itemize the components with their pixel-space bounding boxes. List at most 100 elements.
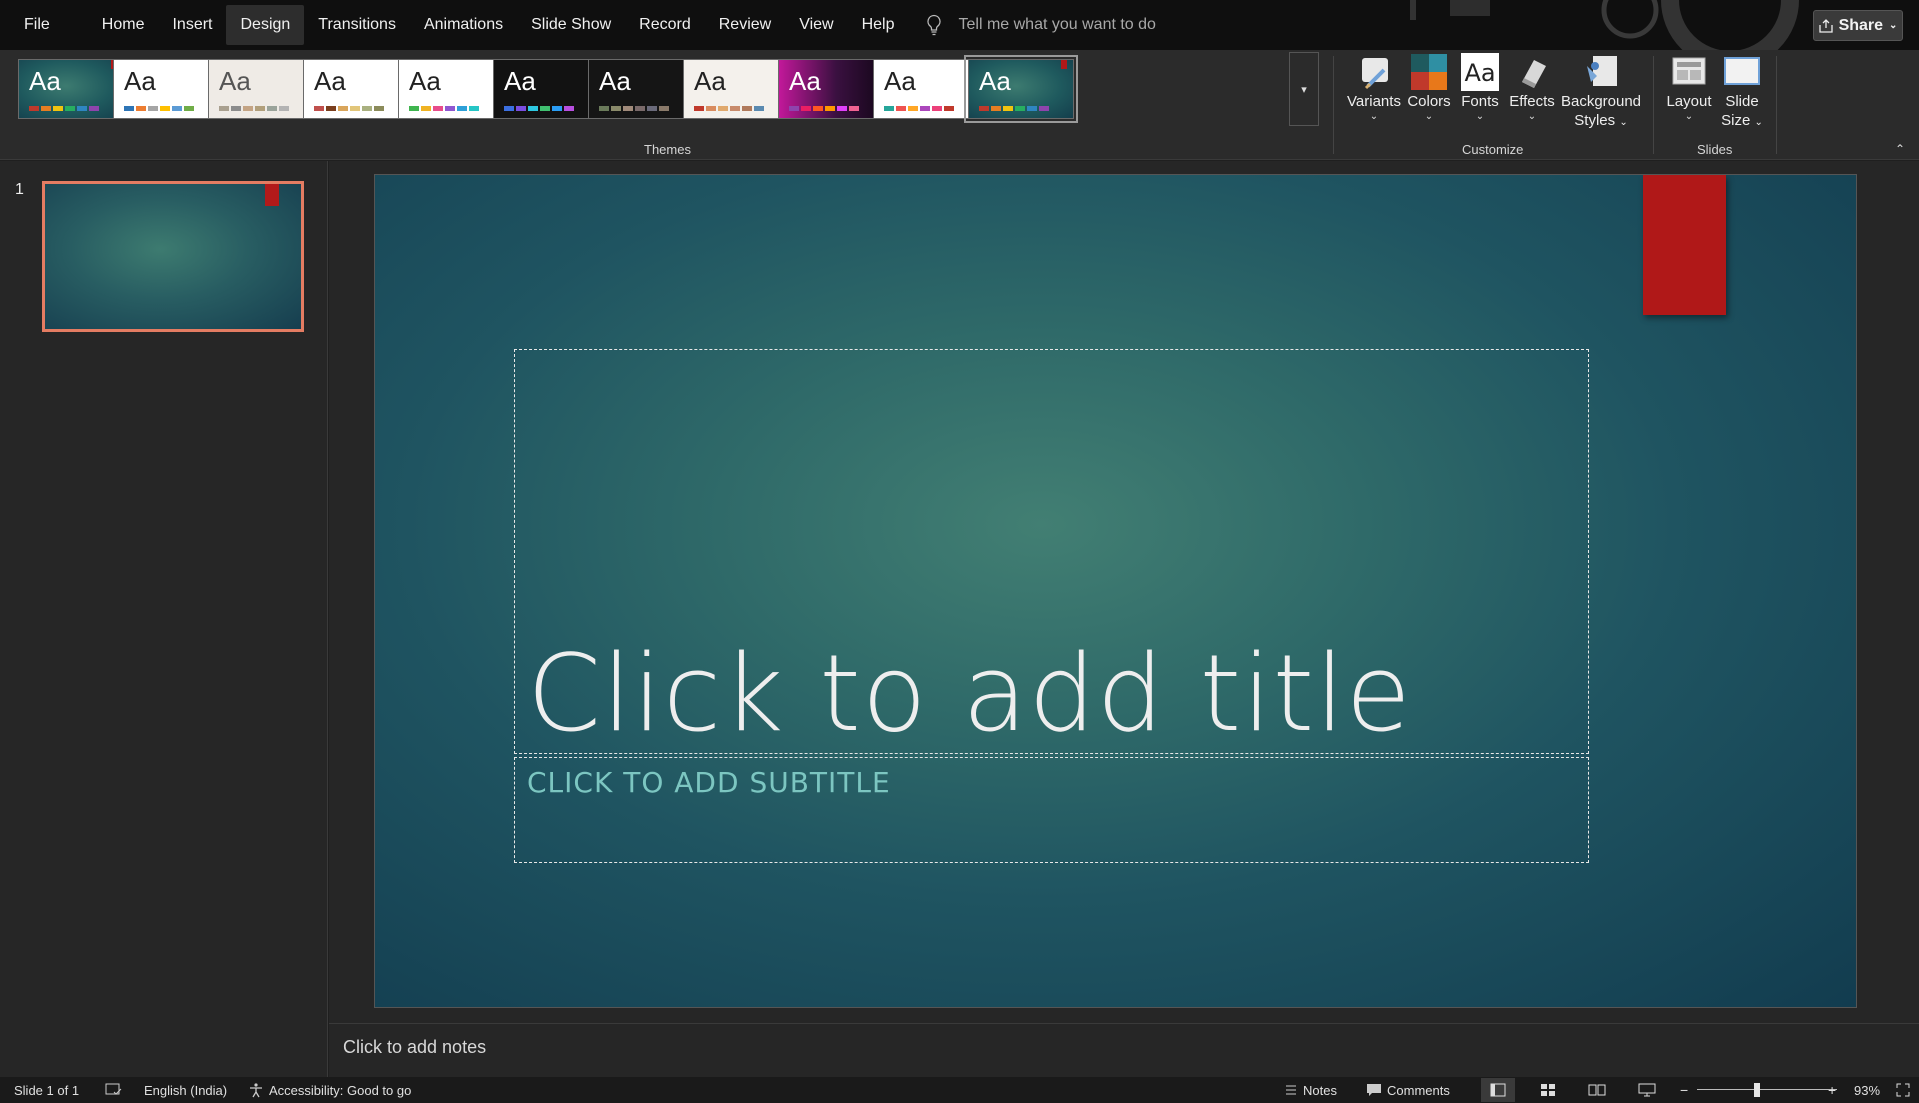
spell-check-icon[interactable] <box>105 1077 128 1103</box>
colors-icon <box>1411 54 1447 90</box>
zoom-out-button[interactable]: − <box>1680 1077 1688 1103</box>
colors-button[interactable]: Colors ⌄ <box>1406 52 1452 123</box>
normal-view-button[interactable] <box>1481 1078 1515 1102</box>
comments-toggle[interactable]: Comments <box>1366 1077 1450 1103</box>
decorative-header-art <box>1410 0 1799 50</box>
theme-thumbnail[interactable]: Aa <box>873 59 979 119</box>
tell-me-search[interactable]: Tell me what you want to do <box>925 14 1156 36</box>
fonts-button[interactable]: Aa Fonts ⌄ <box>1458 52 1502 123</box>
notes-toggle[interactable]: Notes <box>1284 1077 1337 1103</box>
theme-color-swatches <box>789 106 859 111</box>
collapse-ribbon-icon[interactable]: ⌃ <box>1895 142 1905 156</box>
menu-design[interactable]: Design <box>226 5 305 45</box>
normal-view-icon <box>1490 1083 1506 1097</box>
theme-thumbnail[interactable]: Aa <box>303 59 409 119</box>
more-chevron-icon: ▾ <box>1301 83 1307 96</box>
accessibility-label: Accessibility: Good to go <box>269 1082 412 1098</box>
tell-me-placeholder: Tell me what you want to do <box>958 16 1156 33</box>
theme-color-swatches <box>219 106 289 111</box>
effects-chevron-icon: ⌄ <box>1527 111 1537 122</box>
theme-bookmark <box>1061 60 1067 69</box>
menu-transitions[interactable]: Transitions <box>304 5 410 45</box>
slide-size-label-2: Size ⌄ <box>1721 112 1763 129</box>
effects-button[interactable]: Effects ⌄ <box>1508 52 1556 123</box>
accessibility-status[interactable]: Accessibility: Good to go <box>248 1077 411 1103</box>
theme-thumbnail[interactable]: Aa <box>493 59 599 119</box>
background-styles-icon <box>1587 56 1617 86</box>
menu-record[interactable]: Record <box>625 5 705 45</box>
ribbon-design: Aa Aa Aa Aa Aa Aa Aa Aa Aa Aa Aa ▾ Themes Variants… <box>0 50 1919 160</box>
theme-thumbnail[interactable]: Aa <box>588 59 694 119</box>
variants-icon <box>1362 58 1388 90</box>
theme-thumbnail[interactable]: Aa <box>398 59 504 119</box>
slide-sorter-button[interactable] <box>1531 1078 1565 1102</box>
zoom-slider-track[interactable] <box>1697 1089 1837 1090</box>
menu-slide-show[interactable]: Slide Show <box>517 5 625 45</box>
themes-gallery: Aa Aa Aa Aa Aa Aa Aa Aa Aa Aa Aa <box>12 53 1318 129</box>
slideshow-view-button[interactable] <box>1630 1078 1664 1102</box>
menu-view[interactable]: View <box>785 5 847 45</box>
zoom-percentage[interactable]: 93% <box>1854 1077 1880 1103</box>
theme-thumbnail[interactable]: Aa <box>683 59 789 119</box>
background-styles-button[interactable]: Background Styles ⌄ <box>1560 52 1642 132</box>
layout-button[interactable]: Layout ⌄ <box>1663 52 1715 123</box>
subtitle-placeholder[interactable]: CLICK TO ADD SUBTITLE <box>514 757 1589 863</box>
theme-aa-sample: Aa <box>694 66 726 96</box>
theme-color-swatches <box>124 106 194 111</box>
colors-chevron-icon: ⌄ <box>1424 111 1434 122</box>
ribbon-separator <box>1333 56 1334 154</box>
layout-label: Layout <box>1666 93 1712 110</box>
share-chevron-icon: ⌄ <box>1889 20 1898 31</box>
theme-thumbnail[interactable]: Aa <box>778 59 884 119</box>
reading-view-button[interactable] <box>1580 1078 1614 1102</box>
notes-pane[interactable]: Click to add notes <box>329 1023 1919 1077</box>
theme-thumbnail[interactable]: Aa <box>964 55 1078 123</box>
title-placeholder-text: Click to add title <box>527 632 1412 755</box>
themes-more-button[interactable]: ▾ <box>1289 52 1319 126</box>
slides-group-label: Slides <box>1697 142 1733 157</box>
title-placeholder[interactable]: Click to add title <box>514 349 1589 754</box>
theme-color-swatches <box>504 106 574 111</box>
themes-group-label: Themes <box>644 142 691 157</box>
theme-color-swatches <box>599 106 669 111</box>
notes-toggle-label: Notes <box>1303 1082 1337 1098</box>
colors-label: Colors <box>1407 93 1451 110</box>
slide-size-label-1: Slide <box>1725 93 1759 110</box>
theme-color-swatches <box>979 106 1049 111</box>
thumbnail-bookmark <box>265 184 279 206</box>
theme-aa-sample: Aa <box>504 66 536 96</box>
theme-aa-sample: Aa <box>314 66 346 96</box>
effects-label: Effects <box>1509 93 1555 110</box>
menu-file[interactable]: File <box>0 5 74 45</box>
fonts-chevron-icon: ⌄ <box>1475 111 1485 122</box>
zoom-in-button[interactable]: + <box>1828 1077 1836 1103</box>
slide-thumbnail[interactable] <box>42 181 304 332</box>
fonts-icon: Aa <box>1461 53 1499 91</box>
theme-thumbnail[interactable]: Aa <box>18 59 124 119</box>
theme-color-swatches <box>29 106 99 111</box>
menu-animations[interactable]: Animations <box>410 5 517 45</box>
menu-help[interactable]: Help <box>848 5 909 45</box>
theme-color-swatches <box>694 106 764 111</box>
theme-thumbnail[interactable]: Aa <box>208 59 314 119</box>
zoom-slider-thumb[interactable] <box>1754 1083 1760 1097</box>
slide-size-button[interactable]: Slide Size ⌄ <box>1717 52 1767 132</box>
fit-to-window-icon[interactable] <box>1896 1077 1915 1103</box>
menu-review[interactable]: Review <box>705 5 785 45</box>
notes-placeholder: Click to add notes <box>343 1037 487 1057</box>
language-status[interactable]: English (India) <box>144 1077 227 1103</box>
slide-thumbnails-pane: 1 <box>0 161 328 1077</box>
menu-home[interactable]: Home <box>88 5 159 45</box>
menu-insert[interactable]: Insert <box>158 5 226 45</box>
share-button[interactable]: Share ⌄ <box>1813 10 1903 41</box>
variants-button[interactable]: Variants ⌄ <box>1346 52 1402 123</box>
slide-bookmark-ribbon <box>1643 175 1726 315</box>
theme-thumbnail[interactable]: Aa <box>113 59 219 119</box>
powerpoint-window: File Home Insert Design Transitions Anim… <box>0 0 1919 1103</box>
menu-bar: File Home Insert Design Transitions Anim… <box>0 0 1919 50</box>
theme-aa-sample: Aa <box>409 66 441 96</box>
slide-canvas[interactable]: Click to add title CLICK TO ADD SUBTITLE <box>374 174 1857 1008</box>
variants-label: Variants <box>1347 93 1401 110</box>
theme-aa-sample: Aa <box>29 66 61 96</box>
svg-text:Aa: Aa <box>1464 59 1495 87</box>
